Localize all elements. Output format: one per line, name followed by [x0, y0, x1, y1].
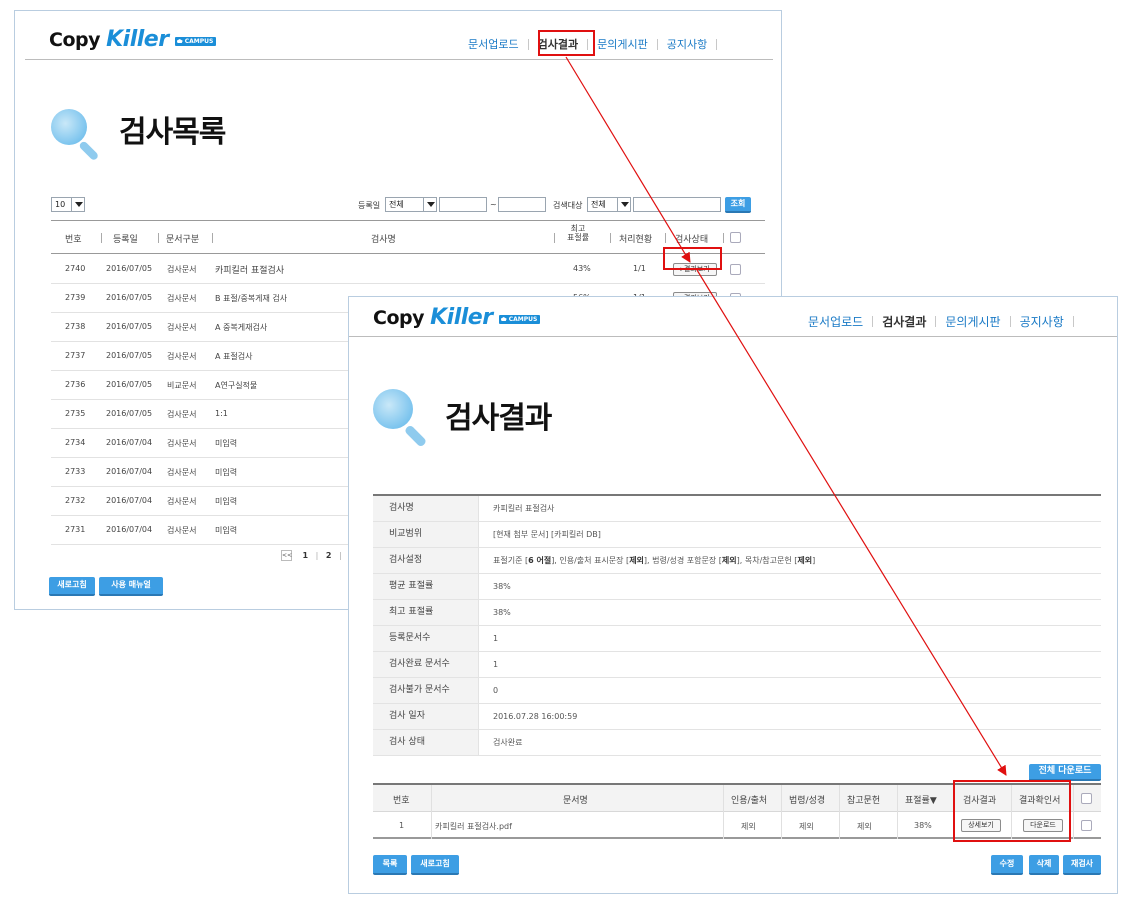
annotation-arrows: [565, 56, 1007, 776]
arrow-to-result-columns: [696, 269, 1007, 776]
arrow-to-view-result: [565, 56, 691, 263]
